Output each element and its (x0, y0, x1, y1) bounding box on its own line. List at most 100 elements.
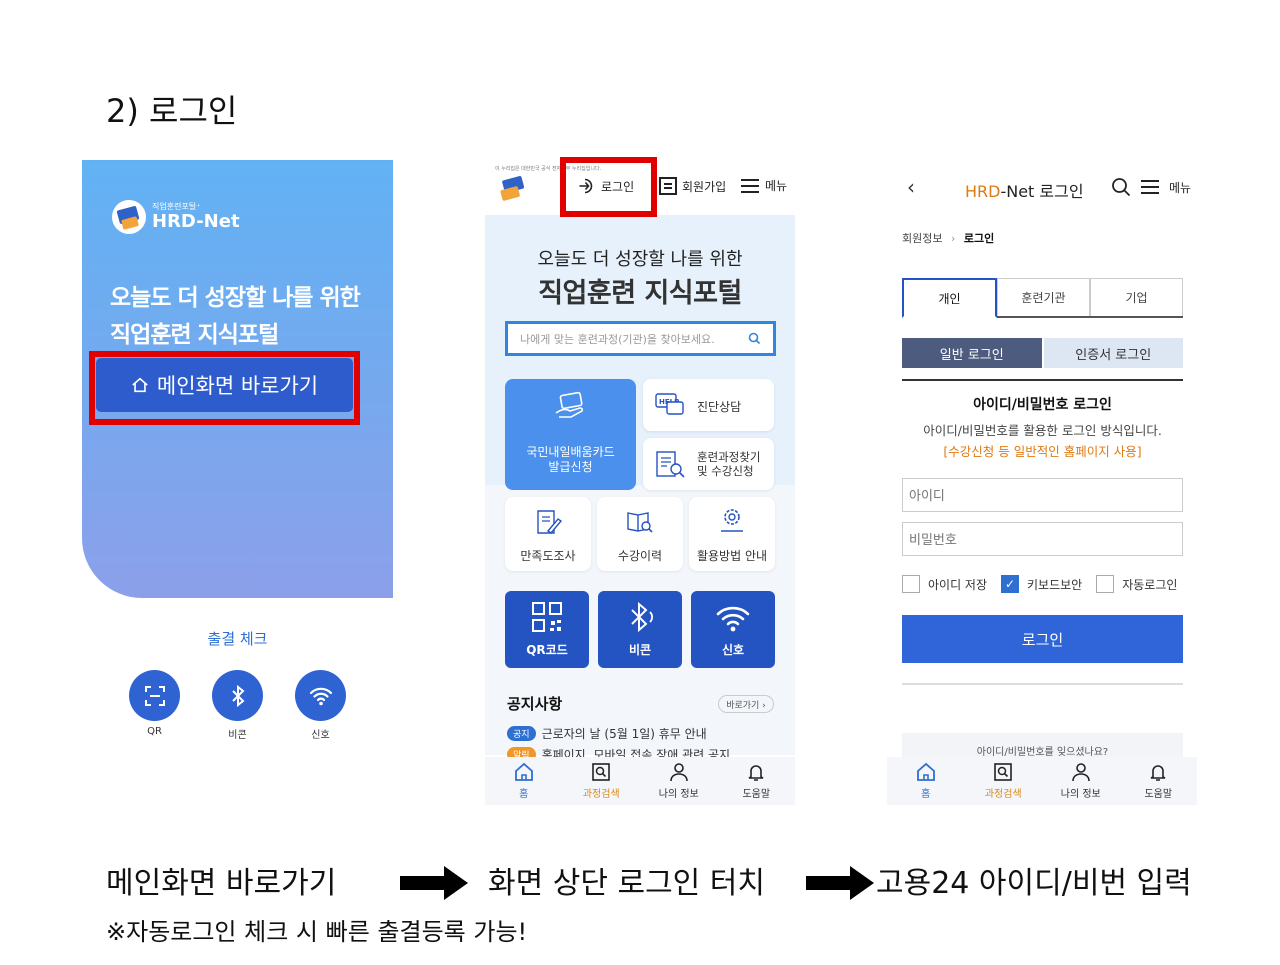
header-menu-label: 메뉴 (765, 179, 788, 193)
attendance-title: 출결 체크 (207, 630, 268, 648)
login-description: 아이디/비밀번호를 활용한 로그인 방식입니다. (923, 423, 1162, 438)
tile-history[interactable]: 수강이력 (597, 497, 683, 571)
arrow-right-icon (806, 866, 874, 900)
tile-learning-card[interactable]: 국민내일배움카드 발급신청 (505, 379, 636, 490)
nav-course-search-label: 과정검색 (582, 789, 620, 800)
main-screen-button[interactable]: 메인화면 바로가기 (96, 358, 353, 412)
document-search-icon (656, 451, 685, 478)
save-id-label: 아이디 저장 (928, 577, 988, 592)
back-chevron-icon[interactable]: ‹ (907, 175, 915, 199)
hrd-logo-icon[interactable] (499, 176, 527, 202)
divider (902, 379, 1183, 381)
home-signal-button[interactable]: 신호 (691, 591, 775, 668)
attendance-beacon-label: 비콘 (228, 730, 247, 741)
home-title: 직업훈련 지식포털 (538, 278, 742, 309)
header-menu-button[interactable]: 메뉴 (740, 177, 787, 194)
bell-icon (748, 765, 764, 781)
divider (902, 683, 1183, 685)
nav-my-info[interactable]: 나의 정보 (640, 757, 718, 805)
survey-pen-icon (537, 510, 563, 534)
login-options: 아이디 저장 ✓ 키보드보안 자동로그인 (902, 575, 1177, 593)
help-chat-icon: HELP (655, 393, 684, 415)
breadcrumb-parent[interactable]: 회원정보 (902, 232, 942, 245)
password-input[interactable] (902, 522, 1183, 556)
general-login-tab[interactable]: 일반 로그인 (902, 338, 1042, 368)
home-icon (514, 762, 533, 781)
bluetooth-icon (231, 684, 244, 707)
keyboard-security-checkbox[interactable]: ✓ (1001, 575, 1020, 593)
tile-guide[interactable]: 활용방법 안내 (689, 497, 775, 571)
search-icon[interactable] (748, 332, 761, 345)
notice-badge: 공지 (507, 726, 536, 741)
home-icon (916, 762, 935, 781)
highlight-login-link (560, 157, 657, 217)
nav-home[interactable]: 홈 (887, 757, 965, 805)
home-signal-label: 신호 (721, 643, 745, 657)
tab-training-institution[interactable]: 훈련기관 (997, 278, 1090, 316)
tile-course-search[interactable]: 훈련과정찾기 및 수강신청 (643, 438, 774, 490)
nav-help-label: 도움말 (1144, 789, 1173, 800)
tile-history-label: 수강이력 (617, 549, 663, 563)
course-search-icon (592, 763, 611, 781)
intro-tagline-1: 오늘도 더 성장할 나를 위한 (110, 285, 361, 311)
login-section-heading: 아이디/비밀번호 로그인 (973, 397, 1112, 413)
nav-course-search[interactable]: 과정검색 (965, 757, 1043, 805)
tab-company[interactable]: 기업 (1090, 278, 1183, 316)
arrow-right-icon (400, 866, 468, 900)
tile-survey[interactable]: 만족도조사 (505, 497, 591, 571)
home-beacon-button[interactable]: 비콘 (598, 591, 682, 668)
member-type-tabs: 개인 훈련기관 기업 (902, 278, 1183, 318)
intro-tagline: 오늘도 더 성장할 나를 위한 직업훈련 지식포털 (110, 280, 361, 354)
nav-home[interactable]: 홈 (485, 757, 563, 805)
tile-guide-label: 활용방법 안내 (696, 549, 768, 563)
notice-text: 근로자의 날 (5월 1일) 휴무 안내 (541, 727, 707, 741)
logo-title: HRD-Net (152, 211, 240, 232)
hrd-net-logo: 직업훈련포털⁺ HRD-Net (112, 200, 240, 234)
tile-course-search-line2: 및 수강신청 (697, 464, 754, 478)
notice-more-button[interactable]: 바로가기 › (718, 695, 774, 713)
nav-help[interactable]: 도움말 (718, 757, 796, 805)
step-2-caption: 화면 상단 로그인 터치 (488, 866, 766, 901)
nav-my-info[interactable]: 나의 정보 (1042, 757, 1120, 805)
login-menu-label[interactable]: 메뉴 (1169, 179, 1191, 196)
person-icon (1071, 763, 1090, 782)
nav-my-info-label: 나의 정보 (1060, 789, 1101, 800)
bell-icon (1150, 765, 1166, 781)
auto-login-label: 자동로그인 (1122, 577, 1178, 592)
hrd-logo-icon (112, 200, 146, 234)
course-search-input[interactable]: 나에게 맞는 훈련과정(기관)을 찾아보세요. (505, 321, 776, 356)
home-qr-label: QR코드 (526, 643, 568, 657)
nav-help[interactable]: 도움말 (1120, 757, 1198, 805)
auto-login-checkbox[interactable] (1096, 575, 1115, 593)
login-button[interactable]: 로그인 (902, 615, 1183, 663)
certificate-login-tab[interactable]: 인증서 로그인 (1043, 338, 1183, 368)
notice-item[interactable]: 공지 근로자의 날 (5월 1일) 휴무 안내 (507, 725, 707, 742)
nav-home-label: 홈 (519, 789, 529, 800)
notice-title: 공지사항 (507, 695, 563, 713)
header-join-link[interactable]: 회원가입 (659, 177, 726, 195)
qr-scan-icon (144, 685, 165, 706)
tile-diagnosis[interactable]: HELP 진단상담 (643, 379, 774, 431)
attendance-qr-button[interactable] (129, 670, 180, 721)
step-1-caption: 메인화면 바로가기 (106, 866, 337, 901)
save-id-checkbox[interactable] (902, 575, 920, 593)
hamburger-icon[interactable] (1140, 179, 1160, 195)
nav-home-label: 홈 (921, 789, 931, 800)
id-input[interactable] (902, 478, 1183, 512)
gear-hand-icon (721, 509, 743, 532)
login-page-title: HRD-Net 로그인 (965, 178, 1084, 202)
home-subtitle: 오늘도 더 성장할 나를 위한 (537, 249, 743, 270)
screen-3-login: ‹ HRD-Net 로그인 메뉴 회원정보 › 로그인 개인 훈련기관 기업 일… (887, 157, 1198, 805)
logo-subtitle: 직업훈련포털⁺ (152, 202, 201, 211)
find-account-link[interactable]: 아이디/비밀번호를 잊으셨나요? (902, 746, 1183, 756)
qr-code-icon (532, 602, 562, 632)
tile-course-search-label: 훈련과정찾기 및 수강신청 (697, 450, 760, 478)
home-qr-button[interactable]: QR코드 (505, 591, 589, 668)
attendance-signal-button[interactable] (295, 670, 346, 721)
main-screen-button-label: 메인화면 바로가기 (156, 374, 319, 398)
tab-individual[interactable]: 개인 (902, 278, 997, 318)
nav-course-search[interactable]: 과정검색 (563, 757, 641, 805)
attendance-qr-label: QR (147, 726, 162, 737)
attendance-beacon-button[interactable] (212, 670, 263, 721)
search-icon[interactable] (1111, 177, 1131, 197)
